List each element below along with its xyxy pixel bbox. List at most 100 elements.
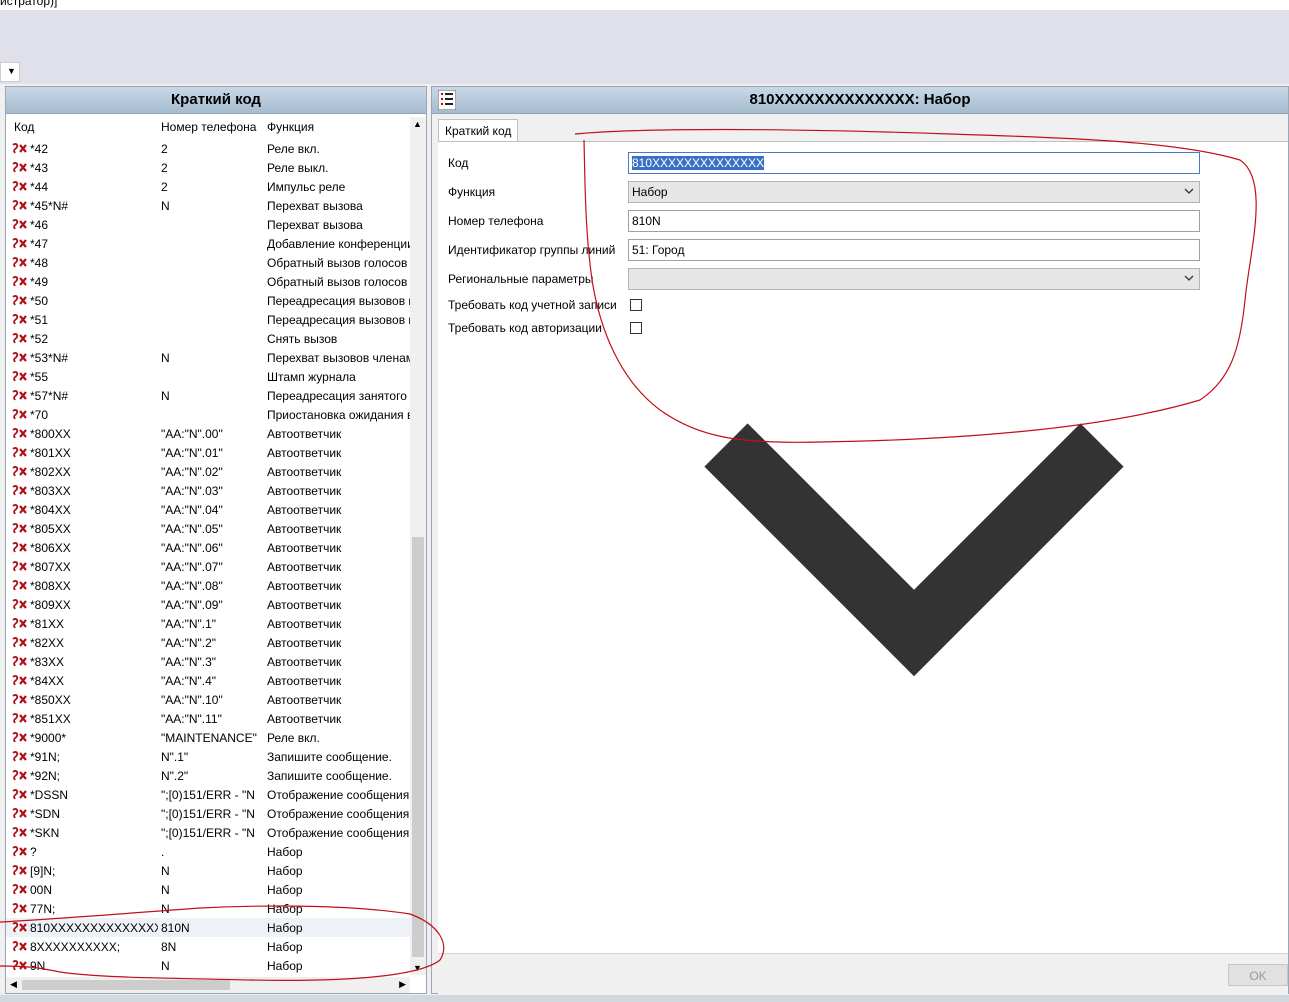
table-row[interactable]: *92N; N".2" Запишите сообщение. (6, 766, 410, 785)
table-row[interactable]: *807XX "AA:"N".07" Автоответчик (6, 557, 410, 576)
table-row[interactable]: *46 Перехват вызова (6, 215, 410, 234)
delete-x-icon (12, 523, 27, 534)
cell-function: Переадресация вызовов г (267, 294, 411, 308)
delete-x-icon (12, 941, 27, 952)
table-row[interactable]: *850XX "AA:"N".10" Автоответчик (6, 690, 410, 709)
table-row[interactable]: *53*N# N Перехват вызовов членам (6, 348, 411, 367)
column-header-code[interactable]: Код (14, 120, 34, 134)
table-row[interactable]: 00N N Набор (6, 880, 410, 899)
require-account-checkbox[interactable] (630, 299, 642, 311)
table-row[interactable]: *SKN ";[0)151/ERR - "N Отображение сообщен… (6, 823, 410, 842)
phone-input[interactable]: 810N (628, 210, 1200, 232)
regional-select[interactable] (628, 268, 1200, 290)
table-row[interactable]: *SDN ";[0)151/ERR - "N Отображение сообщен… (6, 804, 410, 823)
require-auth-label: Требовать код авторизации (448, 321, 602, 335)
table-row[interactable]: *45*N# N Перехват вызова (6, 196, 410, 215)
ok-button[interactable]: OK (1228, 964, 1288, 986)
table-row[interactable]: *51 Переадресация вызовов г (6, 310, 411, 329)
table-row[interactable]: *801XX "AA:"N".01" Автоответчик (6, 443, 410, 462)
table-row[interactable]: *804XX "AA:"N".04" Автоответчик (6, 500, 410, 519)
list-menu-icon[interactable] (438, 90, 456, 110)
table-row[interactable]: *43 2 Реле выкл. (6, 158, 410, 177)
scroll-left-icon[interactable]: ◀ (10, 979, 17, 990)
table-row[interactable]: *806XX "AA:"N".06" Автоответчик (6, 538, 410, 557)
table-row[interactable]: *52 Снять вызов (6, 329, 410, 348)
table-row[interactable]: *82XX "AA:"N".2" Автоответчик (6, 633, 410, 652)
table-row[interactable]: *83XX "AA:"N".3" Автоответчик (6, 652, 410, 671)
table-row[interactable]: *44 2 Импульс реле (6, 177, 410, 196)
function-select[interactable]: Набор (628, 181, 1200, 203)
cell-function: Переадресация вызовов г (267, 313, 411, 327)
line-group-label: Идентификатор группы линий (448, 243, 616, 257)
cell-function: Автоответчик (267, 560, 342, 574)
table-row[interactable]: *70 Приостановка ожидания в (6, 405, 411, 424)
delete-x-icon (12, 542, 27, 553)
cell-phone: "AA:"N".1" (161, 617, 217, 631)
list-panel-title: Краткий код (6, 87, 426, 114)
table-row[interactable]: *50 Переадресация вызовов г (6, 291, 411, 310)
cell-phone: 810N (161, 921, 190, 935)
require-auth-checkbox[interactable] (630, 322, 642, 334)
tab-short-code[interactable]: Краткий код (438, 119, 518, 141)
column-header-phone[interactable]: Номер телефона (161, 120, 256, 134)
cell-code: *53*N# (30, 351, 69, 365)
cell-phone: 8N (161, 940, 177, 954)
table-row[interactable]: *81XX "AA:"N".1" Автоответчик (6, 614, 410, 633)
cell-phone: "AA:"N".08" (161, 579, 223, 593)
table-row[interactable]: 9N N Набор (6, 956, 410, 975)
column-header-function[interactable]: Функция (267, 120, 314, 134)
table-row[interactable]: *48 Обратный вызов голосов (6, 253, 410, 272)
table-row[interactable]: *802XX "AA:"N".02" Автоответчик (6, 462, 410, 481)
table-row[interactable]: *808XX "AA:"N".08" Автоответчик (6, 576, 410, 595)
cell-function: Автоответчик (267, 465, 342, 479)
table-row[interactable]: *57*N# N Переадресация занятого н (6, 386, 411, 405)
delete-x-icon (12, 599, 27, 610)
regional-label: Региональные параметры (448, 272, 594, 286)
table-row[interactable]: *9000* "MAINTENANCE" Реле вкл. (6, 728, 410, 747)
table-row[interactable]: *55 Штамп журнала (6, 367, 410, 386)
table-row[interactable]: *800XX "AA:"N".00" Автоответчик (6, 424, 410, 443)
scroll-right-icon[interactable]: ▶ (399, 979, 406, 990)
cell-phone: "AA:"N".4" (161, 674, 217, 688)
delete-x-icon (12, 466, 27, 477)
vertical-scroll-thumb[interactable] (412, 537, 424, 957)
line-group-select[interactable]: 51: Город (628, 239, 1200, 677)
table-row[interactable]: ?. Набор (6, 842, 410, 861)
delete-x-icon (12, 409, 27, 420)
code-input[interactable]: 810XXXXXXXXXXXXXX (628, 152, 1200, 174)
delete-x-icon (12, 143, 27, 154)
cell-phone: N".1" (161, 750, 189, 764)
table-row[interactable]: [9]N; N Набор (6, 861, 410, 880)
table-row[interactable]: *47 Добавление конференции (6, 234, 411, 253)
horizontal-scroll-thumb[interactable] (22, 980, 230, 990)
table-row[interactable]: *91N; N".1" Запишите сообщение. (6, 747, 410, 766)
table-row[interactable]: *42 2 Реле вкл. (6, 139, 410, 158)
table-row[interactable]: 810XXXXXXXXXXXXXXX 810N Набор (6, 918, 410, 937)
scroll-up-icon[interactable]: ▲ (413, 119, 422, 129)
toolbar-dropdown[interactable]: ▼ (0, 62, 20, 82)
require-account-label: Требовать код учетной записи (448, 298, 617, 312)
delete-x-icon (12, 257, 27, 268)
cell-code: *850XX (30, 693, 71, 707)
table-row[interactable]: *809XX "AA:"N".09" Автоответчик (6, 595, 410, 614)
cell-phone: 2 (161, 161, 168, 175)
scroll-down-icon[interactable]: ▼ (413, 963, 422, 973)
cell-phone: "AA:"N".02" (161, 465, 223, 479)
cell-phone: "AA:"N".07" (161, 560, 223, 574)
table-row[interactable]: *851XX "AA:"N".11" Автоответчик (6, 709, 410, 728)
table-row[interactable]: *803XX "AA:"N".03" Автоответчик (6, 481, 410, 500)
delete-x-icon (12, 770, 27, 781)
table-row[interactable]: *84XX "AA:"N".4" Автоответчик (6, 671, 410, 690)
horizontal-scrollbar[interactable]: ◀ ▶ (6, 977, 410, 993)
table-row[interactable]: *49 Обратный вызов голосов (6, 272, 410, 291)
table-row[interactable]: 77N; N Набор (6, 899, 410, 918)
table-row[interactable]: *805XX "AA:"N".05" Автоответчик (6, 519, 410, 538)
chevron-down-icon (1184, 188, 1194, 194)
cell-code: *804XX (30, 503, 71, 517)
vertical-scrollbar[interactable]: ▲ ▼ (410, 117, 426, 975)
cell-code: *809XX (30, 598, 71, 612)
cell-code: *70 (30, 408, 49, 422)
delete-x-icon (12, 808, 27, 819)
table-row[interactable]: *DSSN ";[0)151/ERR - "N Отображение сообще… (6, 785, 410, 804)
table-row[interactable]: 8XXXXXXXXXX; 8N Набор (6, 937, 410, 956)
